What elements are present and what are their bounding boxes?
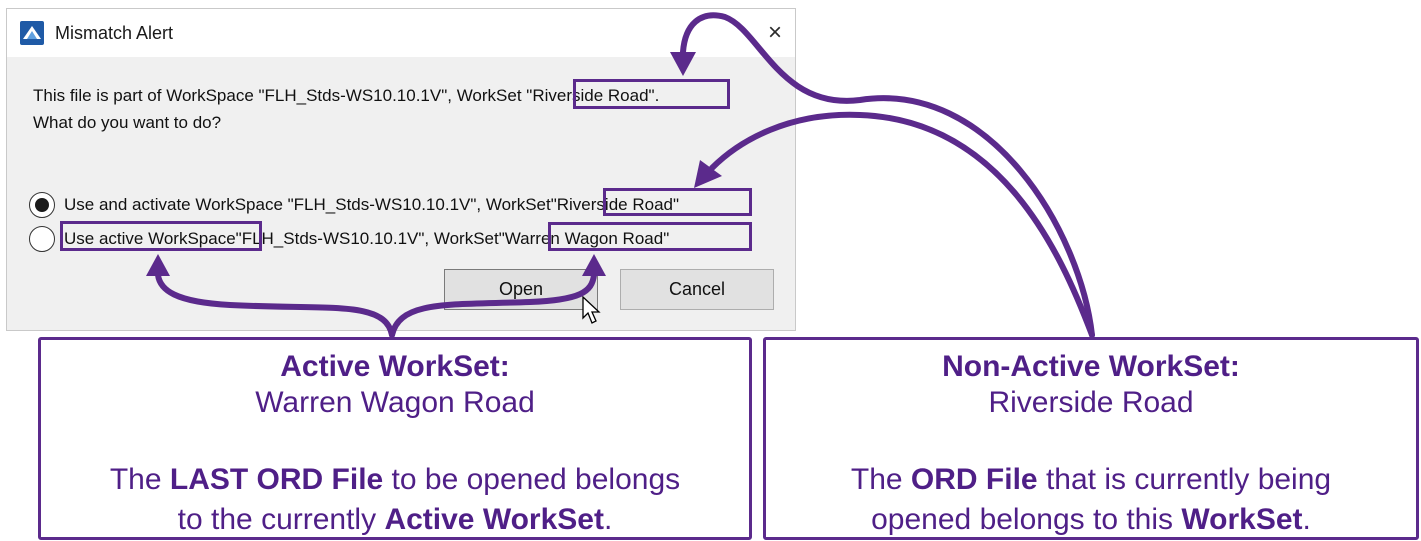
desc-text: The <box>850 463 911 496</box>
app-logo-icon <box>20 21 44 45</box>
option-activate-workspace[interactable]: Use and activate WorkSpace "FLH_Stds-WS1… <box>29 190 679 220</box>
callout-active-workset: Active WorkSet: Warren Wagon Road The LA… <box>38 337 752 540</box>
open-button[interactable]: Open <box>444 269 598 310</box>
callout-heading: Non-Active WorkSet: <box>942 350 1240 383</box>
option-2-workset: "Warren Wagon Road" <box>498 229 670 248</box>
option-2-middle: "FLH_Stds-WS10.10.1V", WorkSet <box>235 229 499 248</box>
cancel-button[interactable]: Cancel <box>620 269 774 310</box>
radio-button[interactable] <box>29 226 55 252</box>
dialog-titlebar: Mismatch Alert × <box>7 9 795 57</box>
callout-heading: Active WorkSet: <box>280 350 510 383</box>
mouse-pointer-icon <box>582 296 601 324</box>
radio-button-selected[interactable] <box>29 192 55 218</box>
desc-bold: WorkSet <box>1181 503 1303 536</box>
desc-bold: Active WorkSet <box>384 503 604 536</box>
radio-dot <box>35 198 49 212</box>
callout-non-active-workset: Non-Active WorkSet: Riverside Road The O… <box>763 337 1419 540</box>
callout-workset-name: Riverside Road <box>988 386 1194 419</box>
desc-text: . <box>1302 503 1311 536</box>
desc-text: opened belongs to this <box>871 503 1182 536</box>
desc-bold: ORD File <box>910 463 1038 496</box>
callout-description: The LAST ORD File to be opened belongs t… <box>41 460 749 540</box>
message-line-1: This file is part of WorkSpace "FLH_Stds… <box>33 86 659 106</box>
callout-workset-name: Warren Wagon Road <box>255 386 535 419</box>
desc-text: that is currently being <box>1037 463 1332 496</box>
callout-description: The ORD File that is currently being ope… <box>766 460 1416 540</box>
dialog-title: Mismatch Alert <box>55 23 174 43</box>
desc-text: to be opened belongs <box>383 463 681 496</box>
option-1-label: Use and activate WorkSpace "FLH_Stds-WS1… <box>64 195 551 214</box>
message-text: This file is part of WorkSpace "FLH_Stds… <box>33 86 527 105</box>
desc-text: to the currently <box>177 503 385 536</box>
desc-bold: LAST ORD File <box>169 463 384 496</box>
option-2-lead: Use active WorkSpace <box>64 229 236 248</box>
message-workset: "Riverside Road". <box>526 86 660 105</box>
mismatch-alert-dialog: Mismatch Alert × This file is part of Wo… <box>6 8 796 331</box>
option-use-active-workspace[interactable]: Use active WorkSpace "FLH_Stds-WS10.10.1… <box>29 224 669 254</box>
close-icon[interactable]: × <box>755 15 795 51</box>
desc-text: . <box>603 503 613 536</box>
option-1-workset: "Riverside Road" <box>550 195 680 214</box>
message-line-2: What do you want to do? <box>33 113 222 132</box>
desc-text: The <box>109 463 170 496</box>
